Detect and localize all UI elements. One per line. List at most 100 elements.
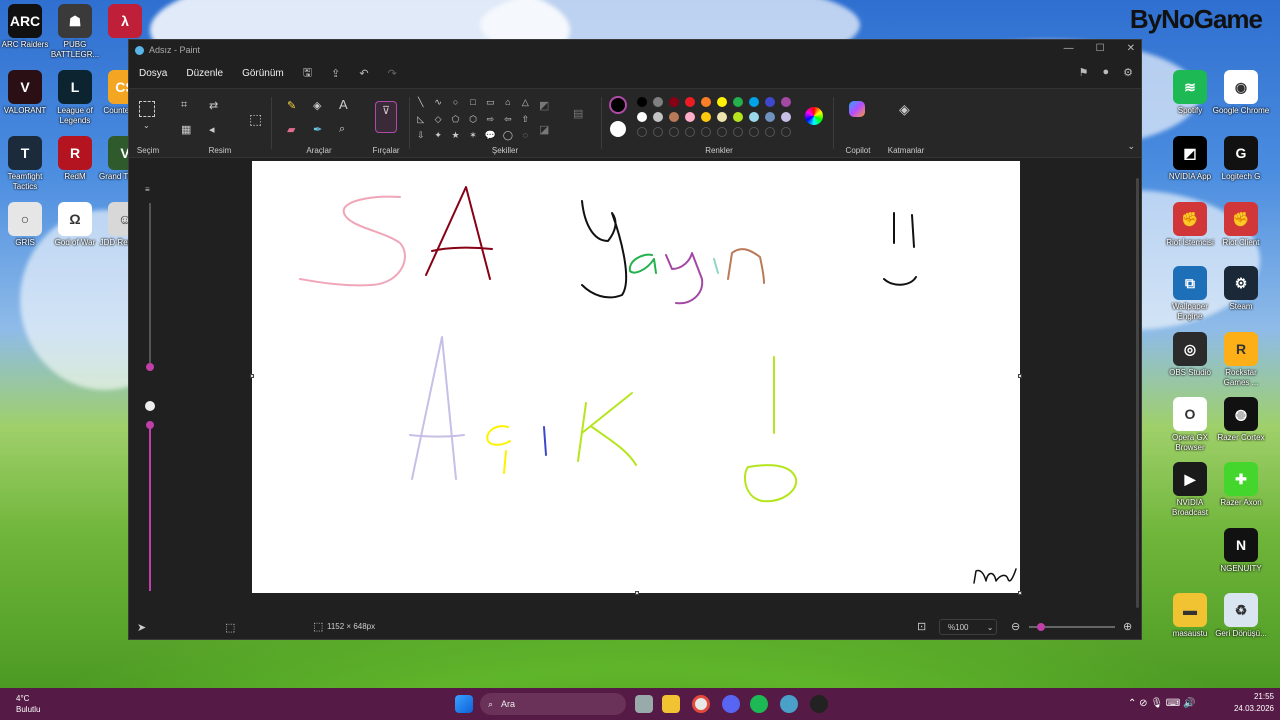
desktop-icon[interactable]: O Opera GX Browser	[1161, 397, 1219, 453]
account-icon[interactable]: ●	[1102, 66, 1109, 79]
copilot-icon[interactable]	[849, 101, 865, 117]
desktop-icon[interactable]: ✊ Riot İstemcisi	[1161, 202, 1219, 248]
resize-handle-bottom[interactable]	[635, 591, 639, 595]
app-icon: ◎	[1173, 332, 1207, 366]
opacity-slider[interactable]	[149, 423, 151, 591]
desktop-icon[interactable]: ◍ Razer Cortex	[1212, 397, 1270, 443]
fill-style-icon[interactable]: ◪	[539, 123, 549, 136]
app-icon[interactable]	[810, 695, 828, 713]
drawing-canvas[interactable]	[252, 161, 1020, 593]
menu-file[interactable]: Dosya	[139, 68, 167, 79]
desktop-icon[interactable]: ✚ Razer Axon	[1212, 462, 1270, 508]
feedback-icon[interactable]: ⚑	[1079, 66, 1089, 79]
desktop-icon[interactable]: ⧉ Wallpaper Engine	[1161, 266, 1219, 322]
paint-window[interactable]: Adsız - Paint — ☐ ✕ Dosya Düzenle Görünü…	[128, 39, 1142, 640]
discord-icon[interactable]	[722, 695, 740, 713]
app-icon: ○	[8, 202, 42, 236]
canvas-size: 1152 × 648px	[327, 622, 376, 631]
text-icon[interactable]: A	[339, 97, 348, 112]
app-icon: R	[1224, 332, 1258, 366]
save-icon[interactable]: 🖫	[303, 64, 312, 83]
minimize-icon[interactable]: —	[1064, 43, 1074, 54]
desktop-icon[interactable]: ◩ NVIDIA App	[1161, 136, 1219, 182]
file-explorer-icon[interactable]	[662, 695, 680, 713]
app-icon: λ	[108, 4, 142, 38]
layers-icon[interactable]: ◈	[899, 101, 910, 118]
share-icon[interactable]: ⇪	[331, 67, 340, 80]
spotify-icon[interactable]	[750, 695, 768, 713]
desktop-icon[interactable]: ◎ OBS Studio	[1161, 332, 1219, 378]
close-icon[interactable]: ✕	[1127, 43, 1135, 54]
maximize-icon[interactable]: ☐	[1096, 43, 1105, 54]
menu-edit[interactable]: Düzenle	[186, 68, 223, 79]
start-icon[interactable]	[455, 695, 473, 713]
rotate-icon[interactable]: ▦	[181, 123, 191, 136]
desktop-icon[interactable]: ≋ Spotify	[1161, 70, 1219, 116]
desktop-icon[interactable]: ✊ Riot Client	[1212, 202, 1270, 248]
desktop-icon[interactable]: ▶ NVIDIA Broadcast	[1161, 462, 1219, 518]
group-label-tools: Araçlar	[306, 146, 332, 155]
redo-icon[interactable]: ↷	[388, 67, 397, 80]
color-picker-icon[interactable]: ✒	[313, 123, 322, 136]
crop-icon[interactable]: ⌗	[181, 99, 187, 112]
zoom-slider-thumb[interactable]	[1037, 623, 1045, 631]
undo-icon[interactable]: ↶	[359, 67, 368, 80]
opacity-icon	[145, 401, 155, 411]
fit-to-window-icon[interactable]: ⊡	[917, 620, 926, 633]
desktop-icon-label: Razer Axon	[1220, 498, 1262, 507]
opacity-slider-thumb[interactable]	[146, 421, 154, 429]
size-slider-thumb[interactable]	[146, 363, 154, 371]
magnifier-icon[interactable]: ⌕	[339, 123, 345, 136]
settings-icon[interactable]: ⚙	[1123, 66, 1133, 79]
chrome-icon[interactable]	[692, 695, 710, 713]
desktop-icon[interactable]: ▬ masaustu	[1161, 593, 1219, 639]
desktop-icon[interactable]: ◉ Google Chrome	[1212, 70, 1270, 116]
weather-widget[interactable]: 4°C Bulutlu	[16, 693, 40, 715]
zoom-out-icon[interactable]: ⊖	[1011, 620, 1020, 633]
size-slider[interactable]	[149, 203, 151, 371]
resize-handle-right[interactable]	[1018, 374, 1022, 378]
desktop-icon[interactable]: R Rockstar Games ...	[1212, 332, 1270, 388]
pencil-icon[interactable]: ✎	[287, 99, 296, 112]
ribbon-collapse-icon[interactable]: ⌄	[1127, 141, 1135, 152]
zoom-value: %100	[948, 623, 969, 632]
browser-icon[interactable]	[780, 695, 798, 713]
task-view-icon[interactable]	[635, 695, 653, 713]
menu-view[interactable]: Görünüm	[242, 68, 284, 79]
app-icon: L	[58, 70, 92, 104]
vertical-scrollbar[interactable]	[1136, 178, 1139, 608]
group-label-image: Resim	[208, 146, 232, 155]
desktop-icon[interactable]: λ	[96, 4, 154, 40]
shape-size-icon[interactable]: ▤	[573, 107, 583, 120]
search-box[interactable]: ⌕ Ara	[480, 693, 626, 715]
chevron-down-icon[interactable]: ⌄	[143, 121, 150, 130]
title-bar[interactable]: Adsız - Paint	[129, 40, 1141, 60]
zoom-in-icon[interactable]: ⊕	[1123, 620, 1132, 633]
desktop-icon[interactable]: N NGENUITY	[1212, 528, 1270, 574]
app-icon: ☗	[58, 4, 92, 38]
app-icon: ▶	[1173, 462, 1207, 496]
ribbon: ⌄ Seçim ⌗ ⇄ ⬚ ▦ ◂ Resim ✎ ◈ A ▰ ✒ ⌕ Araç…	[129, 88, 1141, 158]
resize-handle-corner[interactable]	[1018, 591, 1022, 595]
tray-icons[interactable]: ⌃ ⊘ 🎙 ⌨ 🔊	[1128, 698, 1195, 709]
menu-right-actions: ⚑ ● ⚙	[1079, 66, 1133, 79]
select-icon[interactable]	[139, 101, 155, 117]
eraser-icon[interactable]: ▰	[287, 123, 295, 136]
desktop-icon[interactable]: ♻ Geri Dönüşü...	[1212, 593, 1270, 639]
image-select-icon[interactable]: ⬚	[249, 111, 262, 128]
system-tray[interactable]: 21:55 24.03.2026	[1234, 691, 1274, 715]
brush-icon[interactable]: ⊽	[375, 101, 397, 133]
desktop-icon[interactable]: ⚙ Steam	[1212, 266, 1270, 312]
desktop-icon[interactable]: G Logitech G	[1212, 136, 1270, 182]
fill-icon[interactable]: ◈	[313, 99, 321, 112]
flip-icon[interactable]: ◂	[209, 123, 215, 136]
paint-app-icon	[135, 45, 144, 55]
size-icon: ≡	[145, 185, 150, 194]
zoom-select[interactable]: %100 ⌄	[939, 619, 997, 635]
brand-logo: ByNoGame	[1129, 4, 1263, 34]
resize-icon[interactable]: ⇄	[209, 99, 218, 112]
outline-icon[interactable]: ◩	[539, 99, 549, 112]
resize-handle-left[interactable]	[250, 374, 254, 378]
desktop-icon-label: Riot İstemcisi	[1166, 238, 1214, 247]
weather-desc: Bulutlu	[16, 705, 41, 714]
